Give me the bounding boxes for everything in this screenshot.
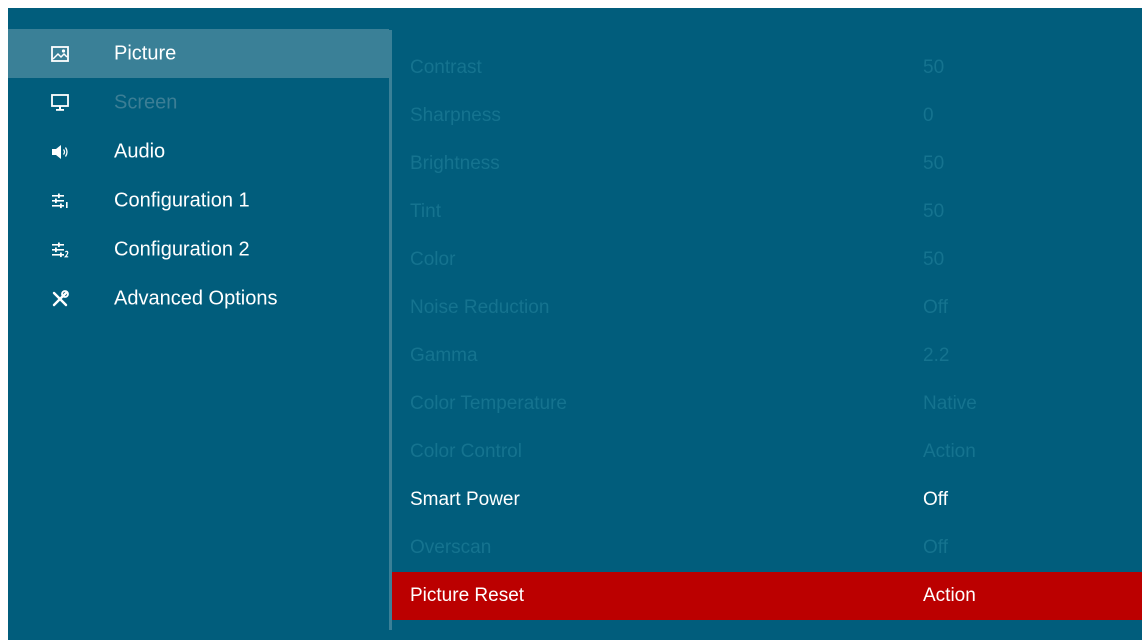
sliders-1-icon xyxy=(50,191,70,211)
setting-row-color-temperature[interactable]: Color Temperature Native xyxy=(392,380,1142,428)
setting-name: Gamma xyxy=(410,345,478,366)
setting-value: Off xyxy=(923,537,948,558)
setting-row-color[interactable]: Color 50 xyxy=(392,236,1142,284)
sidebar-item-audio[interactable]: Audio xyxy=(8,127,389,176)
setting-row-sharpness[interactable]: Sharpness 0 xyxy=(392,92,1142,140)
setting-value: Off xyxy=(923,489,948,510)
setting-value: 50 xyxy=(923,201,945,222)
setting-value: Native xyxy=(923,393,977,414)
setting-name: Color Temperature xyxy=(410,393,568,414)
picture-icon xyxy=(50,44,70,64)
sidebar-item-advanced-options[interactable]: Advanced Options xyxy=(8,274,389,323)
setting-row-gamma[interactable]: Gamma 2.2 xyxy=(392,332,1142,380)
sliders-2-icon xyxy=(50,240,70,260)
setting-row-picture-reset[interactable]: Picture Reset Action xyxy=(392,572,1142,620)
sidebar-item-label: Configuration 2 xyxy=(114,238,250,260)
setting-name: Picture Reset xyxy=(410,585,525,606)
setting-value: 50 xyxy=(923,249,945,270)
sidebar-item-label: Screen xyxy=(114,91,178,113)
setting-row-color-control[interactable]: Color Control Action xyxy=(392,428,1142,476)
setting-name: Sharpness xyxy=(410,105,501,126)
setting-name: Smart Power xyxy=(410,489,520,510)
setting-row-smart-power[interactable]: Smart Power Off xyxy=(392,476,1142,524)
setting-row-tint[interactable]: Tint 50 xyxy=(392,188,1142,236)
setting-name: Tint xyxy=(410,201,441,222)
setting-name: Brightness xyxy=(410,153,500,174)
monitor-icon xyxy=(50,93,70,113)
setting-name: Contrast xyxy=(410,57,482,78)
setting-value: 0 xyxy=(923,105,934,126)
setting-value: 50 xyxy=(923,57,945,78)
picture-settings-list: Contrast 50 Sharpness 0 Brightness 50 Ti… xyxy=(392,44,1142,620)
tv-settings-screen: Picture Screen Audio Configuration 1 Con… xyxy=(8,8,1142,640)
setting-value: 50 xyxy=(923,153,945,174)
sidebar-item-label: Audio xyxy=(114,140,166,162)
setting-name: Noise Reduction xyxy=(410,297,550,318)
setting-row-brightness[interactable]: Brightness 50 xyxy=(392,140,1142,188)
setting-row-overscan[interactable]: Overscan Off xyxy=(392,524,1142,572)
setting-row-contrast[interactable]: Contrast 50 xyxy=(392,44,1142,92)
setting-name: Overscan xyxy=(410,537,492,558)
speaker-icon xyxy=(50,142,70,162)
sidebar-menu: Picture Screen Audio Configuration 1 Con… xyxy=(8,29,389,323)
setting-row-noise-reduction[interactable]: Noise Reduction Off xyxy=(392,284,1142,332)
sidebar-item-picture[interactable]: Picture xyxy=(8,29,389,78)
setting-value: Action xyxy=(923,441,976,462)
sidebar-item-configuration-2[interactable]: Configuration 2 xyxy=(8,225,389,274)
sidebar-item-configuration-1[interactable]: Configuration 1 xyxy=(8,176,389,225)
setting-value: 2.2 xyxy=(923,345,950,366)
tools-icon xyxy=(50,289,70,309)
setting-value: Off xyxy=(923,297,948,318)
setting-name: Color xyxy=(410,249,456,270)
sidebar-item-label: Advanced Options xyxy=(114,287,278,309)
setting-name: Color Control xyxy=(410,441,522,462)
setting-value: Action xyxy=(923,585,976,606)
sidebar-item-screen[interactable]: Screen xyxy=(8,78,389,127)
sidebar-item-label: Configuration 1 xyxy=(114,189,250,211)
sidebar-item-label: Picture xyxy=(114,42,177,64)
